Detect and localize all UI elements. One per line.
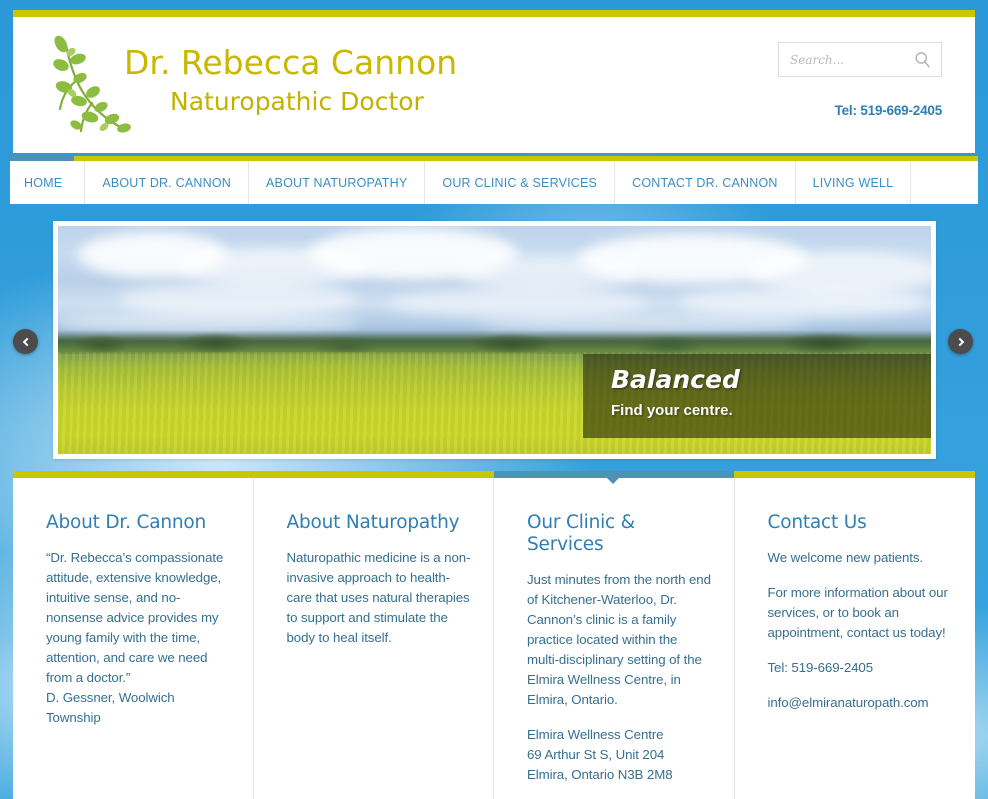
column-paragraph: Elmira Wellness Centre [527,727,664,742]
column-email[interactable]: info@elmiranaturopath.com [768,693,954,713]
nav-item-about-naturopathy[interactable]: ABOUT NATUROPATHY [249,161,426,204]
slide-caption-subtitle: Find your centre. [611,402,733,419]
nav-item-living-well[interactable]: LIVING WELL [796,161,912,204]
column-paragraph: “Dr. Rebecca’s compassionate attitude, e… [46,550,224,685]
hero-slider: Balanced Find your centre. [53,221,936,459]
content-columns: About Dr. Cannon “Dr. Rebecca’s compassi… [13,471,976,799]
column-paragraph: 69 Arthur St S, Unit 204 [527,747,665,762]
column-paragraph: D. Gessner, Woolwich Township [46,690,175,725]
logo-text-block: Dr. Rebecca Cannon Naturopathic Doctor [124,43,457,118]
column-paragraph: Naturopathic medicine is a non-invasive … [286,550,471,645]
nav-item-home[interactable]: HOME [10,161,86,204]
column-paragraph: We welcome new patients. [767,550,924,565]
column-about-naturopathy: About Naturopathy Naturopathic medicine … [254,478,494,799]
slide-caption: Balanced Find your centre. [583,354,931,438]
nav-active-arrow-icon [36,156,48,161]
chevron-left-icon [22,337,31,346]
content-active-arrow-icon [607,478,619,484]
column-heading[interactable]: Our Clinic & Services [527,512,712,556]
site-logo[interactable]: Dr. Rebecca Cannon Naturopathic Doctor [46,35,466,145]
column-heading[interactable]: About Dr. Cannon [46,512,231,534]
slider-next-button[interactable] [948,329,973,354]
logo-subtitle: Naturopathic Doctor [170,87,424,116]
chevron-right-icon [955,337,964,346]
column-paragraph: For more information about our services,… [767,585,948,640]
nav-active-indicator [10,156,74,161]
content-active-indicator [494,471,734,478]
column-paragraph: Elmira, Ontario N3B 2M8 [527,767,673,782]
search-input[interactable] [779,43,913,76]
vine-leaf-icon [53,35,131,133]
column-heading[interactable]: Contact Us [768,512,954,534]
column-heading[interactable]: About Naturopathy [287,512,472,534]
column-our-clinic-services: Our Clinic & Services Just minutes from … [494,478,735,799]
column-paragraph: Just minutes from the north end of Kitch… [527,572,711,707]
treeline [58,330,931,354]
nav-item-about-dr-cannon[interactable]: ABOUT DR. CANNON [85,161,249,204]
slide-caption-title: Balanced [611,365,740,394]
column-contact-us: Contact Us We welcome new patients. For … [735,478,976,799]
column-telephone[interactable]: Tel: 519-669-2405 [768,658,954,678]
main-navigation: HOME ABOUT DR. CANNON ABOUT NATUROPATHY … [10,156,978,204]
content-top-accent-bar [13,471,975,484]
nav-item-contact-dr-cannon[interactable]: CONTACT DR. CANNON [615,161,796,204]
slide-image: Balanced Find your centre. [58,226,931,454]
page-root: Dr. Rebecca Cannon Naturopathic Doctor T… [0,0,988,799]
search-icon[interactable] [914,51,932,69]
column-about-dr-cannon: About Dr. Cannon “Dr. Rebecca’s compassi… [13,478,254,799]
search-box[interactable] [778,42,942,77]
slider-prev-button[interactable] [13,329,38,354]
site-header: Dr. Rebecca Cannon Naturopathic Doctor T… [13,10,975,153]
nav-list: HOME ABOUT DR. CANNON ABOUT NATUROPATHY … [10,161,978,204]
header-telephone[interactable]: Tel: 519-669-2405 [835,103,943,118]
nav-item-our-clinic-services[interactable]: OUR CLINIC & SERVICES [425,161,616,204]
logo-title: Dr. Rebecca Cannon [124,43,458,82]
